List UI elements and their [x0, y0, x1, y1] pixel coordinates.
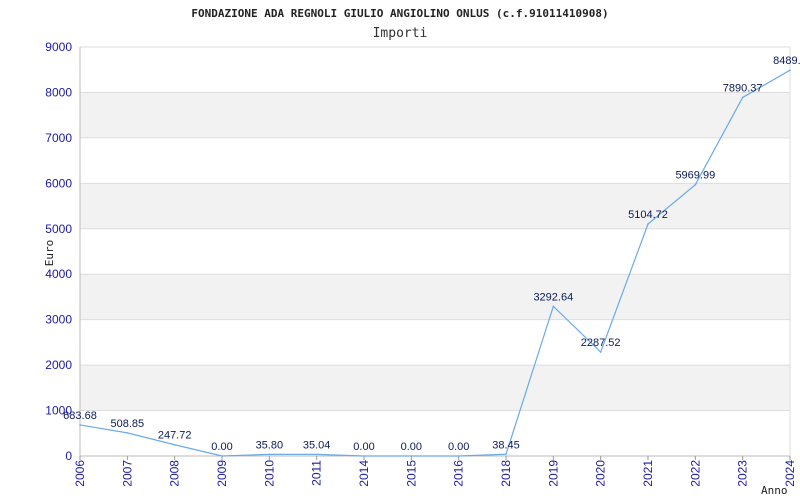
- data-label: 5969.99: [675, 170, 715, 182]
- y-tick-label: 9000: [45, 40, 72, 54]
- x-tick-labels: 2006 2007 2008 2009 2010 2011 2014 2015 2016 2018…: [73, 460, 797, 487]
- data-label: 35.04: [303, 439, 331, 451]
- line-chart: 683.68508.85247.720.00 35.80 35.04 0.00 0.00…: [43, 7, 800, 497]
- data-label: 2287.52: [581, 337, 621, 349]
- x-tick-label: 2008: [168, 460, 182, 487]
- y-tick-label: 2000: [45, 358, 72, 372]
- x-tick-label: 2006: [73, 460, 87, 487]
- y-tick-label: 3000: [45, 313, 72, 327]
- data-point: [410, 455, 413, 457]
- data-label: 247.72: [158, 430, 192, 442]
- data-point: [741, 96, 744, 99]
- data-point: [126, 432, 129, 434]
- y-tick-label: 1000: [45, 404, 72, 418]
- x-tick-label: 2023: [736, 460, 750, 487]
- y-tick-label: 6000: [45, 176, 72, 190]
- band: [80, 274, 790, 320]
- band: [80, 365, 790, 411]
- data-point: [315, 453, 318, 456]
- data-point: [599, 351, 602, 353]
- data-label: 8489.9: [773, 55, 800, 67]
- chart-subtitle: Importi: [373, 26, 428, 41]
- data-point: [221, 455, 223, 457]
- data-point: [363, 455, 365, 457]
- data-label: 3292.64: [533, 291, 573, 303]
- data-label: 0.00: [448, 441, 469, 453]
- x-tick-label: 2014: [357, 460, 371, 487]
- x-tick-label: 2016: [452, 460, 466, 487]
- data-point: [552, 305, 555, 308]
- y-tick-label: 5000: [45, 222, 72, 236]
- y-tick-label: 0: [65, 449, 72, 463]
- data-label: 0.00: [353, 441, 374, 453]
- data-label: 0.00: [211, 441, 232, 453]
- x-axis-label: Anno: [761, 484, 788, 497]
- y-tick-label: 7000: [45, 131, 72, 145]
- x-tick-label: 2020: [594, 460, 608, 487]
- x-tick-label: 2009: [215, 460, 229, 487]
- chart-page: 683.68 508.85 247.72 0.00 35.80 35.04 0.00 0.00…: [0, 0, 800, 500]
- data-point: [457, 455, 460, 457]
- x-tick-label: 2021: [641, 460, 655, 487]
- y-axis-label: Euro: [43, 240, 56, 267]
- data-label: 0.00: [401, 441, 422, 453]
- y-tick-label: 4000: [45, 267, 72, 281]
- data-point: [694, 183, 697, 186]
- data-label: 38.45: [492, 439, 520, 451]
- band: [80, 92, 790, 138]
- x-tick-label: 2015: [404, 460, 418, 487]
- data-point: [505, 453, 507, 456]
- band: [80, 183, 790, 229]
- x-tick-label: 2022: [688, 460, 702, 487]
- x-tick-label: 2024: [783, 460, 797, 487]
- x-tick-label: 2018: [499, 460, 513, 487]
- data-label: 35.80: [256, 439, 284, 451]
- data-point: [268, 453, 271, 456]
- data-label: 5104.72: [628, 209, 668, 221]
- data-label: 7890.37: [723, 82, 763, 94]
- x-tick-label: 2011: [310, 460, 324, 486]
- x-tick-label: 2010: [262, 460, 276, 487]
- y-tick-label: 8000: [45, 85, 72, 99]
- data-point: [79, 424, 81, 426]
- data-point: [173, 443, 176, 446]
- chart-title: FONDAZIONE ADA REGNOLI GIULIO ANGIOLINO …: [191, 7, 608, 20]
- x-tick-label: 2019: [546, 460, 560, 487]
- data-point: [789, 69, 791, 71]
- data-point: [647, 223, 649, 225]
- x-tick-label: 2007: [120, 460, 134, 487]
- data-label: 508.85: [111, 418, 145, 430]
- background-bands: [80, 92, 790, 411]
